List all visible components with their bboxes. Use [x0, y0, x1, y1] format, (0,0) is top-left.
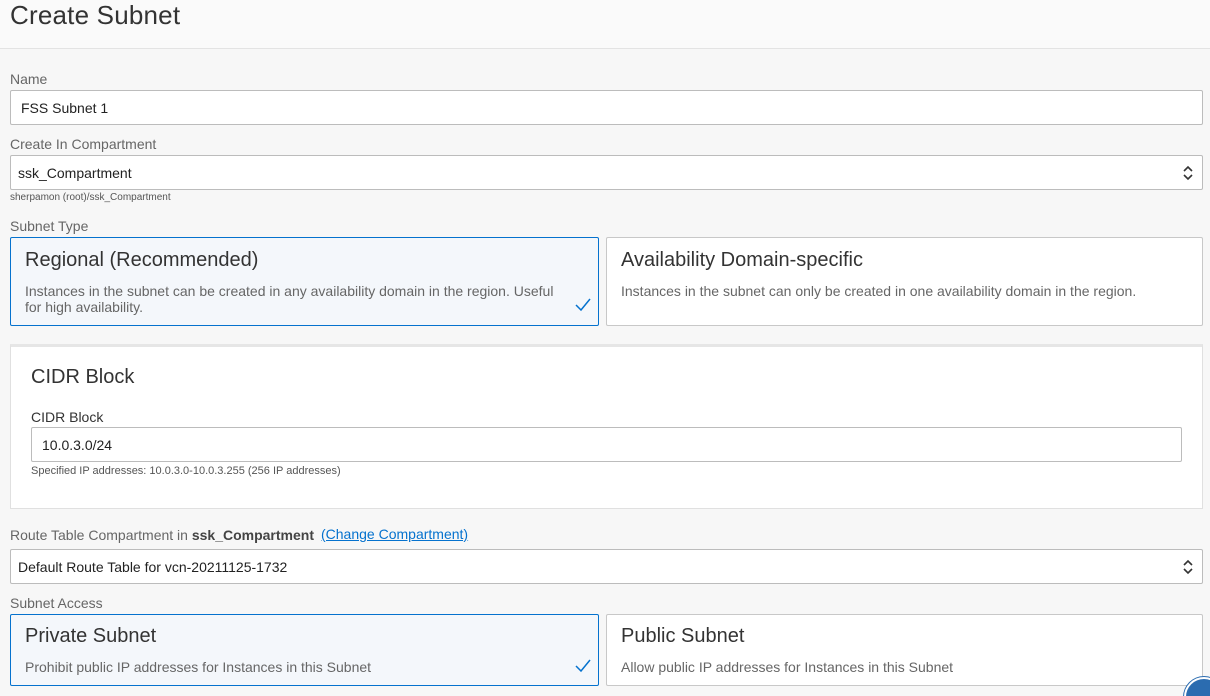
subnet-type-label: Subnet Type	[10, 218, 89, 234]
subnet-access-public-card[interactable]: Public Subnet Allow public IP addresses …	[606, 614, 1203, 686]
subnet-type-ad-specific-card[interactable]: Availability Domain-specific Instances i…	[606, 237, 1203, 326]
cidr-input-value: 10.0.3.0/24	[42, 436, 113, 453]
route-table-label-prefix: Route Table Compartment in	[10, 527, 188, 543]
name-input-value: FSS Subnet 1	[21, 99, 109, 116]
card-description: Prohibit public IP addresses for Instanc…	[25, 659, 372, 675]
route-table-compartment-name: ssk_Compartment	[191, 527, 314, 543]
card-title: Private Subnet	[25, 625, 157, 647]
route-table-select[interactable]: Default Route Table for vcn-20211125-173…	[10, 549, 1203, 584]
subnet-access-private-card[interactable]: Private Subnet Prohibit public IP addres…	[10, 614, 599, 686]
change-compartment-link[interactable]: (Change Compartment)	[321, 526, 468, 542]
check-icon	[575, 298, 591, 312]
card-description: Instances in the subnet can be created i…	[25, 283, 554, 315]
compartment-select[interactable]: ssk_Compartment	[10, 155, 1203, 190]
card-title: Public Subnet	[621, 625, 745, 647]
cidr-label: CIDR Block	[31, 409, 104, 425]
card-description: Instances in the subnet can only be crea…	[621, 283, 1137, 299]
compartment-path: sherpamon (root)/ssk_Compartment	[10, 192, 171, 203]
check-icon	[575, 659, 591, 673]
route-table-select-value: Default Route Table for vcn-20211125-173…	[18, 558, 288, 575]
cidr-hint: Specified IP addresses: 10.0.3.0-10.0.3.…	[31, 465, 341, 477]
cidr-block-panel: CIDR Block CIDR Block 10.0.3.0/24 Specif…	[10, 344, 1203, 509]
compartment-select-value: ssk_Compartment	[18, 164, 132, 181]
page-title: Create Subnet	[10, 0, 181, 30]
subnet-access-label: Subnet Access	[10, 595, 103, 611]
page-header: Create Subnet	[0, 0, 1210, 49]
card-description: Allow public IP addresses for Instances …	[621, 659, 954, 675]
name-input[interactable]: FSS Subnet 1	[10, 90, 1203, 125]
card-title: Availability Domain-specific	[621, 249, 863, 271]
compartment-label: Create In Compartment	[10, 136, 157, 152]
card-title: Regional (Recommended)	[25, 249, 259, 271]
cidr-section-title: CIDR Block	[31, 366, 135, 388]
cidr-input[interactable]: 10.0.3.0/24	[31, 427, 1182, 462]
chevron-up-down-icon	[1183, 165, 1193, 181]
chevron-up-down-icon	[1183, 559, 1193, 575]
subnet-type-regional-card[interactable]: Regional (Recommended) Instances in the …	[10, 237, 599, 326]
name-label: Name	[10, 71, 48, 87]
route-table-compartment-label: Route Table Compartment in ssk_Compartme…	[10, 527, 314, 543]
